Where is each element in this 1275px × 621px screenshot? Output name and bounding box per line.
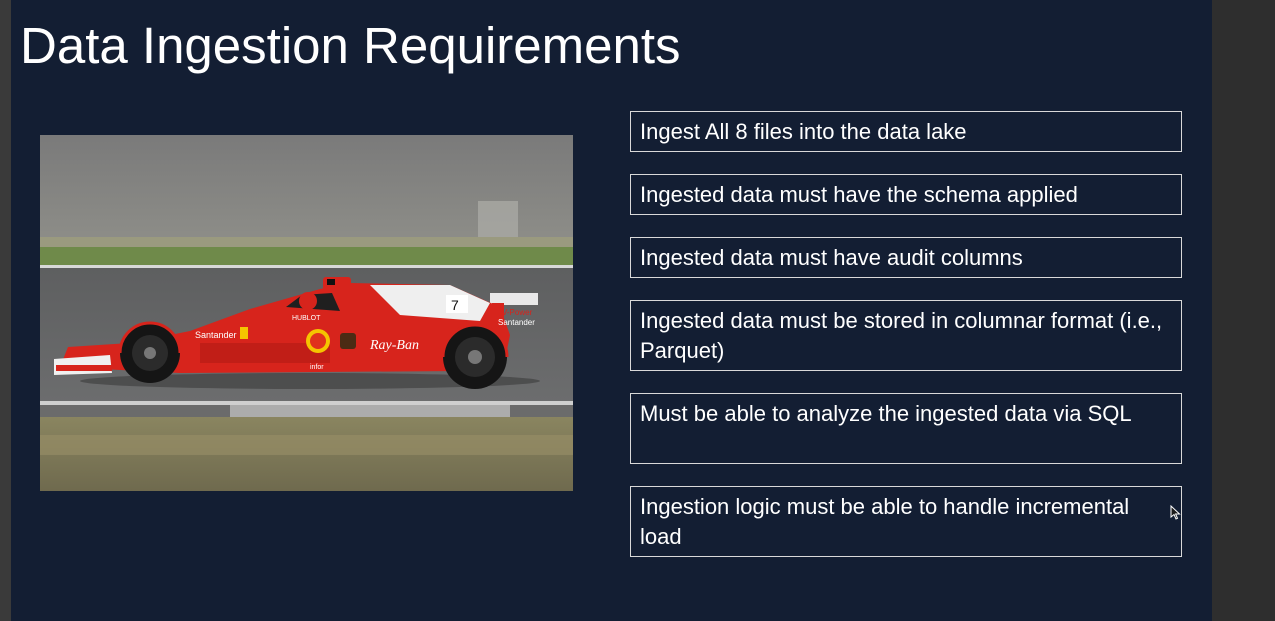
right-side-panel [1212, 0, 1275, 621]
svg-text:Ray-Ban: Ray-Ban [369, 338, 419, 353]
requirement-text: Ingest All 8 files into the data lake [640, 119, 967, 144]
mouse-pointer-icon [1170, 505, 1181, 520]
slide-canvas[interactable]: Data Ingestion Requirements 7 Santander … [11, 0, 1212, 621]
left-edge-panel [0, 0, 11, 621]
requirement-item: Must be able to analyze the ingested dat… [630, 393, 1182, 464]
requirement-text: Ingested data must be stored in columnar… [640, 308, 1163, 363]
svg-text:V-Power: V-Power [502, 308, 533, 317]
race-car-illustration: 7 Santander HUBLOT Ray-Ban V-Power Santa… [40, 135, 573, 491]
svg-text:HUBLOT: HUBLOT [292, 315, 321, 322]
requirement-text: Must be able to analyze the ingested dat… [640, 401, 1132, 426]
svg-text:Santander: Santander [195, 330, 237, 340]
svg-text:Santander: Santander [498, 318, 535, 327]
requirement-text: Ingested data must have the schema appli… [640, 182, 1078, 207]
requirement-item: Ingest All 8 files into the data lake [630, 111, 1182, 152]
requirement-item: Ingestion logic must be able to handle i… [630, 486, 1182, 557]
requirement-item: Ingested data must have audit columns [630, 237, 1182, 278]
requirement-text: Ingested data must have audit columns [640, 245, 1023, 270]
slide-title: Data Ingestion Requirements [20, 17, 681, 74]
requirement-item: Ingested data must be stored in columnar… [630, 300, 1182, 371]
requirement-text: Ingestion logic must be able to handle i… [640, 494, 1130, 549]
presentation-viewer: Data Ingestion Requirements 7 Santander … [0, 0, 1275, 621]
svg-text:7: 7 [451, 297, 459, 313]
race-car-photo: 7 Santander HUBLOT Ray-Ban V-Power Santa… [40, 135, 573, 491]
svg-text:infor: infor [310, 364, 324, 371]
requirement-item: Ingested data must have the schema appli… [630, 174, 1182, 215]
